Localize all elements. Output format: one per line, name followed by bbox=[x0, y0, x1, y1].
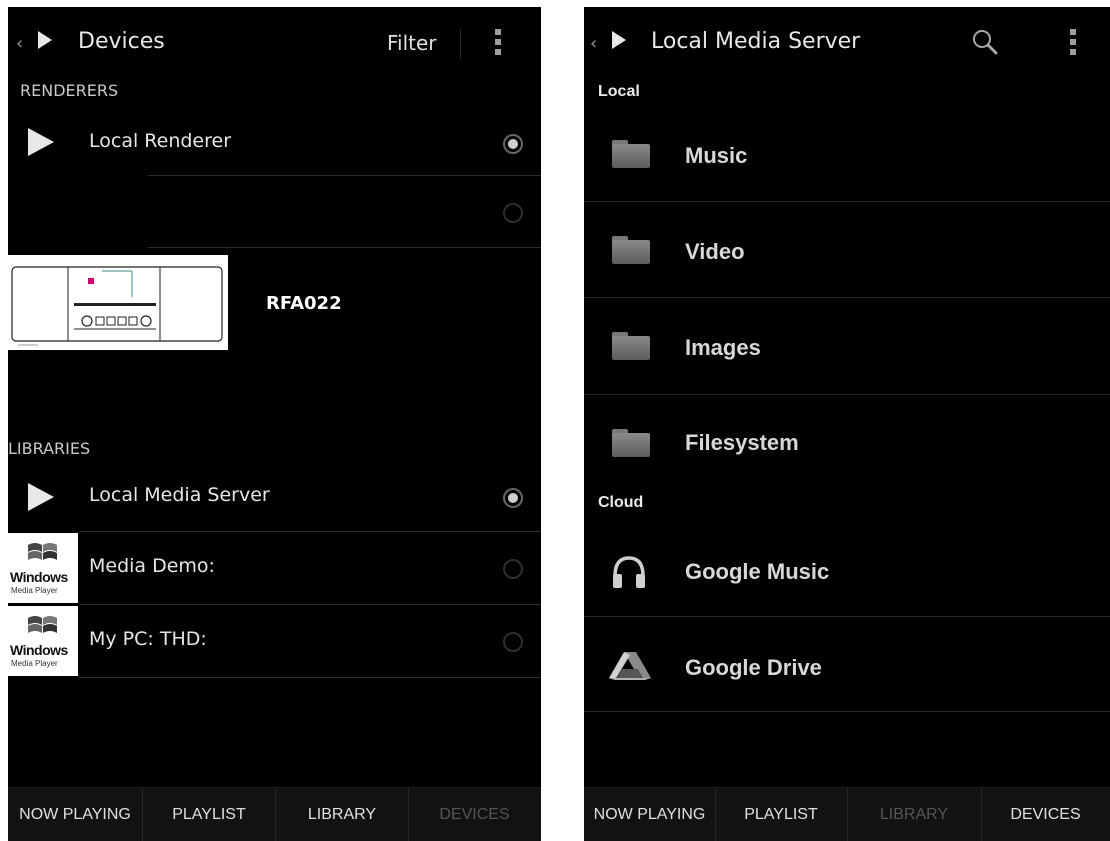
library-item-video[interactable]: Video bbox=[584, 203, 1110, 298]
divider bbox=[80, 677, 541, 678]
windows-media-player-icon: Windows Media Player bbox=[8, 606, 78, 676]
library-panel: ‹ Local Media Server Local Music Video I… bbox=[584, 7, 1110, 841]
overflow-menu-icon[interactable] bbox=[1070, 29, 1076, 59]
library-item-label: Google Music bbox=[685, 559, 830, 584]
divider bbox=[584, 394, 1110, 395]
page-title: Devices bbox=[78, 29, 165, 54]
overflow-menu-icon[interactable] bbox=[495, 29, 501, 59]
renderers-section-header: RENDERERS bbox=[20, 81, 119, 100]
page-title: Local Media Server bbox=[651, 29, 861, 54]
libraries-section-header: LIBRARIES bbox=[8, 439, 91, 458]
app-play-icon[interactable] bbox=[38, 31, 52, 49]
tab-now-playing[interactable]: NOW PLAYING bbox=[8, 788, 142, 841]
search-icon[interactable] bbox=[972, 29, 998, 55]
cloud-section-header: Cloud bbox=[598, 494, 644, 511]
bottom-tab-bar: NOW PLAYING PLAYLIST LIBRARY DEVICES bbox=[8, 787, 541, 841]
radio-device-icon bbox=[8, 255, 228, 350]
folder-icon bbox=[612, 332, 650, 360]
library-item-google-drive[interactable]: Google Drive bbox=[584, 618, 1110, 713]
library-item-label: Images bbox=[685, 335, 761, 360]
library-item-label: Video bbox=[685, 239, 745, 264]
library-item-local-media-server[interactable]: Local Media Server bbox=[8, 466, 541, 532]
wmp-subtitle: Media Player bbox=[11, 586, 58, 595]
devices-action-bar: ‹ Devices Filter bbox=[8, 7, 541, 83]
library-action-bar: ‹ Local Media Server bbox=[584, 7, 1110, 83]
filter-button[interactable]: Filter bbox=[387, 31, 437, 55]
library-label: Media Demo: bbox=[89, 555, 215, 577]
divider bbox=[80, 604, 541, 605]
renderer-item-unnamed[interactable] bbox=[8, 179, 541, 249]
back-chevron-icon[interactable]: ‹ bbox=[16, 33, 23, 54]
library-item-label: Google Drive bbox=[685, 655, 822, 680]
folder-icon bbox=[612, 429, 650, 457]
divider bbox=[584, 201, 1110, 202]
local-section-header: Local bbox=[598, 83, 640, 100]
action-divider bbox=[460, 29, 461, 59]
divider bbox=[584, 616, 1110, 617]
renderer-radio[interactable] bbox=[503, 203, 523, 223]
library-label: Local Media Server bbox=[89, 484, 270, 506]
back-chevron-icon[interactable]: ‹ bbox=[590, 33, 597, 54]
library-radio[interactable] bbox=[503, 632, 523, 652]
tab-devices[interactable]: DEVICES bbox=[408, 788, 541, 841]
divider bbox=[148, 247, 541, 248]
app-play-icon[interactable] bbox=[612, 31, 626, 49]
library-radio[interactable] bbox=[503, 559, 523, 579]
renderer-label: Local Renderer bbox=[89, 130, 232, 152]
play-icon bbox=[28, 483, 54, 511]
library-item-media-demo[interactable]: Windows Media Player Media Demo: bbox=[8, 533, 541, 605]
library-label: My PC: THD: bbox=[89, 628, 207, 650]
library-item-images[interactable]: Images bbox=[584, 299, 1110, 394]
bottom-tab-bar: NOW PLAYING PLAYLIST LIBRARY DEVICES bbox=[584, 787, 1110, 841]
play-icon bbox=[28, 128, 54, 156]
library-item-my-pc[interactable]: Windows Media Player My PC: THD: bbox=[8, 606, 541, 678]
library-item-label: Filesystem bbox=[685, 430, 799, 455]
devices-panel: ‹ Devices Filter RENDERERS Local Rendere… bbox=[8, 7, 541, 841]
divider bbox=[584, 297, 1110, 298]
divider bbox=[80, 531, 541, 532]
renderer-label: RFA022 bbox=[266, 293, 342, 314]
tab-playlist[interactable]: PLAYLIST bbox=[142, 788, 276, 841]
tab-library[interactable]: LIBRARY bbox=[275, 788, 409, 841]
windows-flag-icon bbox=[28, 616, 57, 633]
tab-devices[interactable]: DEVICES bbox=[981, 788, 1110, 841]
folder-icon bbox=[612, 236, 650, 264]
renderer-radio[interactable] bbox=[503, 134, 523, 154]
google-drive-icon bbox=[609, 652, 651, 680]
windows-media-player-icon: Windows Media Player bbox=[8, 533, 78, 603]
wmp-subtitle: Media Player bbox=[11, 659, 58, 668]
library-radio[interactable] bbox=[503, 488, 523, 508]
divider bbox=[584, 711, 1110, 712]
windows-flag-icon bbox=[28, 543, 57, 560]
folder-icon bbox=[612, 140, 650, 168]
renderer-item-local[interactable]: Local Renderer bbox=[8, 110, 541, 180]
tab-playlist[interactable]: PLAYLIST bbox=[715, 788, 847, 841]
library-item-google-music[interactable]: Google Music bbox=[584, 522, 1110, 617]
library-item-music[interactable]: Music bbox=[584, 107, 1110, 202]
wmp-title: Windows bbox=[10, 642, 68, 658]
tab-now-playing[interactable]: NOW PLAYING bbox=[584, 788, 715, 841]
wmp-title: Windows bbox=[10, 569, 68, 585]
tab-library[interactable]: LIBRARY bbox=[847, 788, 981, 841]
headphones-icon bbox=[613, 556, 645, 588]
library-item-label: Music bbox=[685, 143, 748, 168]
radio-device-thumbnail bbox=[8, 255, 228, 350]
library-item-filesystem[interactable]: Filesystem bbox=[584, 396, 1110, 491]
divider bbox=[148, 175, 541, 176]
